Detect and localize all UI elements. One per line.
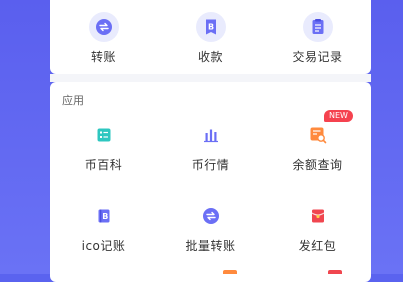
app-label: 批量转账 <box>185 239 236 253</box>
quick-action-transfer[interactable]: 转账 <box>50 12 157 65</box>
quick-action-records[interactable]: 交易记录 <box>264 12 371 65</box>
quick-action-receive[interactable]: B 收款 <box>157 12 264 65</box>
svg-text:B: B <box>102 212 108 221</box>
batch-transfer-icon <box>202 207 220 225</box>
app-label: 币百科 <box>84 158 123 172</box>
balance-query-icon <box>309 126 327 144</box>
quick-action-label: 转账 <box>90 50 116 64</box>
red-packet-icon <box>309 207 327 225</box>
app-label: 发红包 <box>298 239 337 253</box>
app-label: 余额查询 <box>292 158 343 172</box>
coin-wiki-icon <box>95 126 113 144</box>
app-balance-query[interactable]: 余额查询 <box>264 126 371 173</box>
svg-text:B: B <box>207 23 213 32</box>
apps-section-title: 应用 <box>62 94 84 107</box>
quick-action-label: 交易记录 <box>292 50 343 64</box>
ico-ledger-icon: B <box>95 207 113 225</box>
next-row-icon <box>223 270 237 274</box>
app-market[interactable]: 币行情 <box>157 126 264 173</box>
records-icon <box>302 12 333 42</box>
market-icon <box>202 126 220 144</box>
section-divider <box>50 74 371 82</box>
next-row-icon <box>328 270 342 274</box>
receive-icon: B <box>195 12 226 42</box>
quick-action-label: 收款 <box>197 50 223 64</box>
transfer-icon <box>88 12 119 42</box>
new-badge: NEW <box>324 110 353 122</box>
app-ico-ledger[interactable]: B ico记账 <box>50 207 157 254</box>
app-label: 币行情 <box>191 158 230 172</box>
app-red-packet[interactable]: 发红包 <box>264 207 371 254</box>
app-coin-wiki[interactable]: 币百科 <box>50 126 157 173</box>
app-label: ico记账 <box>81 239 126 253</box>
app-batch-transfer[interactable]: 批量转账 <box>157 207 264 254</box>
